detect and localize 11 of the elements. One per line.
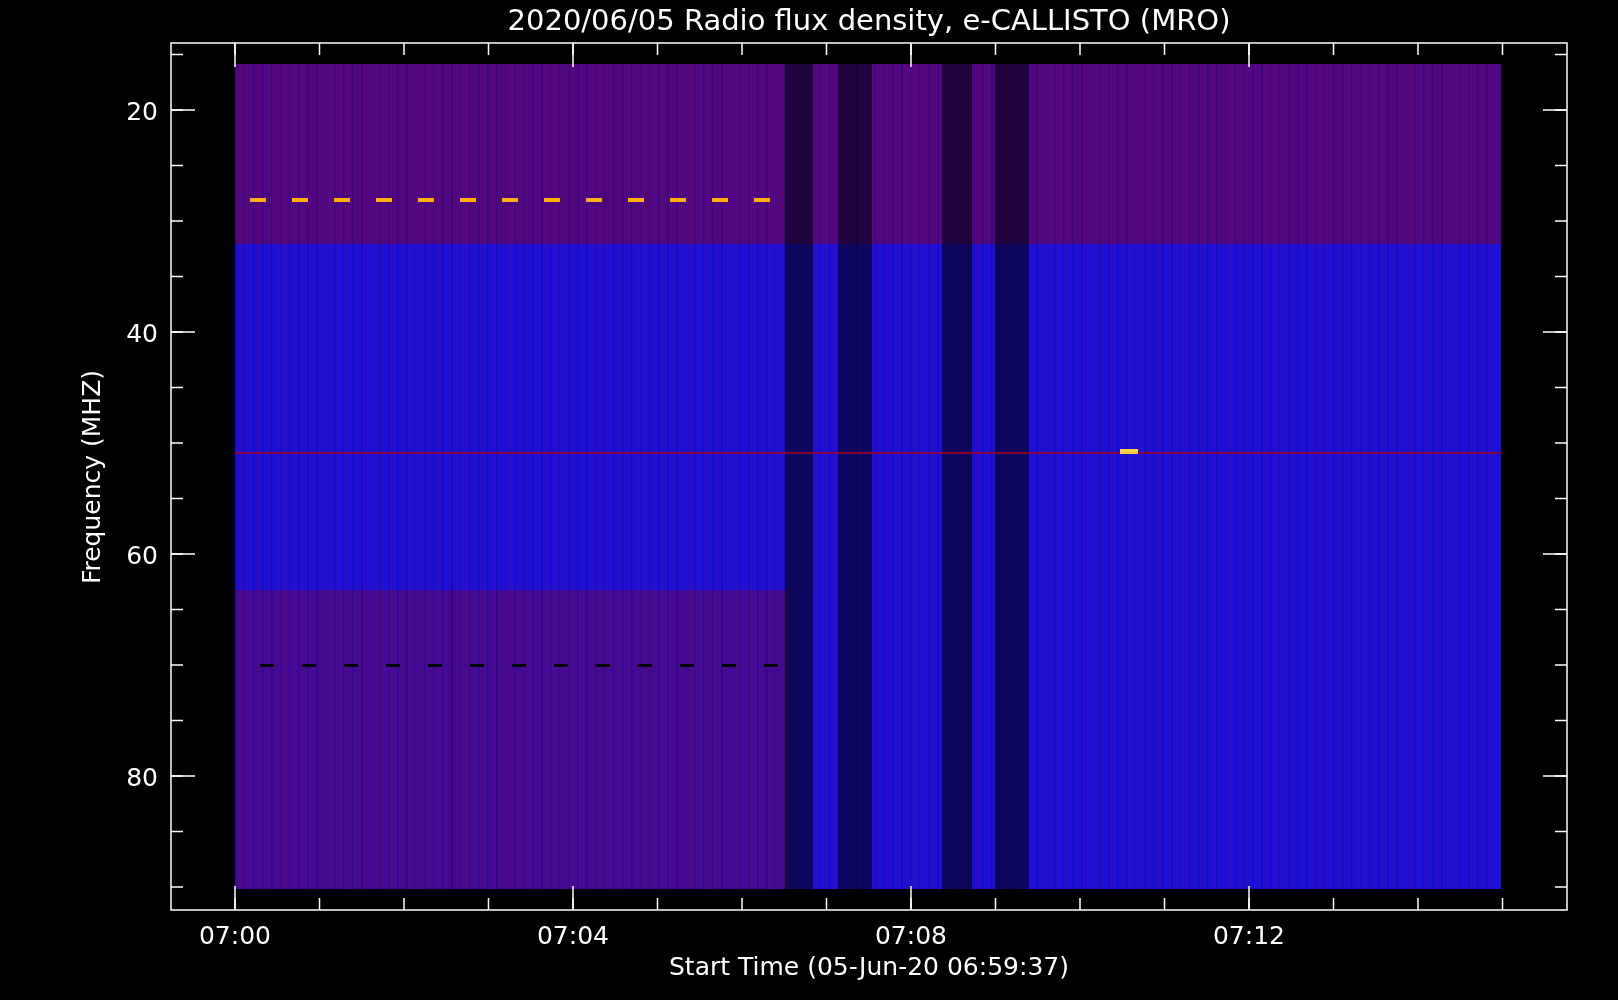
chart-title: 2020/06/05 Radio flux density, e-CALLISTO (MRO) xyxy=(507,3,1231,37)
x-tick-label: 07:04 xyxy=(537,921,609,950)
y-tick-label: 60 xyxy=(126,541,158,570)
y-tick-label: 20 xyxy=(126,97,158,126)
x-tick-label: 07:08 xyxy=(875,921,947,950)
y-tick-label: 80 xyxy=(126,763,158,792)
y-tick-label: 40 xyxy=(126,319,158,348)
x-tick-label: 07:00 xyxy=(199,921,271,950)
x-axis-label: Start Time (05-Jun-20 06:59:37) xyxy=(669,952,1069,981)
x-tick-label: 07:12 xyxy=(1213,921,1285,950)
y-axis-label: Frequency (MHZ) xyxy=(77,369,106,585)
